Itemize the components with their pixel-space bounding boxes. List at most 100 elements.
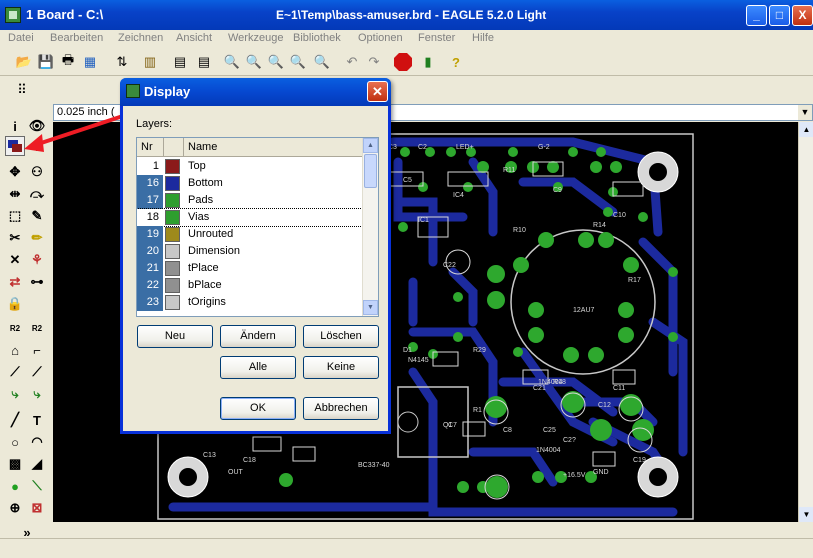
column-name[interactable]: Name (188, 141, 217, 153)
scroll-down-icon[interactable]: ▼ (799, 507, 813, 522)
layer-name: tOrigins (188, 296, 226, 308)
layer-row[interactable]: 1 Top (137, 158, 364, 175)
scroll-down-icon[interactable]: ▼ (363, 300, 378, 315)
text-icon[interactable]: T (27, 410, 47, 430)
menu-bearbeiten[interactable]: Bearbeiten (50, 32, 103, 44)
layer-color-swatch (165, 193, 180, 208)
copy-icon[interactable]: ⚇ (27, 162, 47, 182)
layer-row[interactable]: 21 tPlace (137, 260, 364, 277)
zoom-select-icon[interactable]: 🔍 (312, 52, 332, 72)
layer-row[interactable]: 23 tOrigins (137, 294, 364, 311)
add-icon[interactable]: ⚘ (27, 250, 47, 270)
grid-icon[interactable]: ⠿ (12, 80, 32, 100)
move-icon[interactable]: ✥ (5, 162, 25, 182)
lock-icon[interactable]: ⊶ (27, 272, 47, 292)
scroll-up-icon[interactable]: ▲ (799, 122, 813, 137)
column-nr[interactable]: Nr (141, 141, 153, 153)
layer-row[interactable]: 16 Bottom (137, 175, 364, 192)
menu-zeichnen[interactable]: Zeichnen (118, 32, 163, 44)
new-button[interactable]: Neu (137, 325, 213, 348)
cancel-button[interactable]: Abbrechen (303, 397, 379, 420)
miter-icon[interactable]: ⌐ (27, 340, 47, 360)
layer-row[interactable]: 20 Dimension (137, 243, 364, 260)
polygon-icon[interactable]: ◢ (27, 454, 47, 474)
zoom-in-icon[interactable]: 🔍 (244, 52, 264, 72)
maximize-button[interactable]: □ (769, 5, 790, 26)
canvas-vscroll[interactable]: ▲ ▼ (798, 122, 813, 522)
scroll-up-icon[interactable]: ▲ (363, 138, 378, 153)
layer-number: 19 (137, 226, 163, 243)
group-icon[interactable]: ⬚ (5, 206, 25, 226)
rotate-icon[interactable]: ⤼ (27, 184, 47, 204)
redraw-icon[interactable]: 🔍 (288, 52, 308, 72)
replace-icon[interactable]: ⇄ (5, 272, 25, 292)
tool-palette: i 👁 ⁞ ✥ ⚇ ⇹ ⤼ ⬚ ✎ ✂ ✏ ✕ ⚘ ⇄ ⊶ 🔒 R2 R2 ⌂ … (0, 102, 52, 540)
menu-hilfe[interactable]: Hilfe (472, 32, 494, 44)
rect-icon[interactable]: ▩ (5, 454, 25, 474)
route-icon[interactable]: ⟋ (27, 362, 47, 382)
ok-button[interactable]: OK (220, 397, 296, 420)
scroll-thumb[interactable] (364, 154, 377, 188)
via-icon[interactable]: ● (5, 476, 25, 496)
change-button[interactable]: Ändern (220, 325, 296, 348)
ulp-icon[interactable]: ▤ (194, 52, 214, 72)
dialog-close-button[interactable]: ✕ (367, 81, 388, 102)
help-icon[interactable]: ? (446, 52, 466, 72)
layers-list[interactable]: Nr Name 1 Top 16 Bottom 17 Pads 18 Vias 19 Unrout… (136, 137, 379, 317)
layer-row[interactable]: 19 Unrouted (137, 226, 364, 243)
open-icon[interactable]: 📂 (14, 52, 34, 72)
change-icon[interactable]: ✎ (27, 206, 47, 226)
pcb-label: C19 (633, 457, 646, 464)
menu-datei[interactable]: Datei (8, 32, 34, 44)
menu-bibliothek[interactable]: Bibliothek (293, 32, 341, 44)
layer-color-swatch (165, 278, 180, 293)
name-icon[interactable]: R2 (5, 318, 25, 338)
menu-fenster[interactable]: Fenster (418, 32, 455, 44)
eagle-app-icon[interactable] (5, 7, 21, 23)
value-icon[interactable]: R2 (27, 318, 47, 338)
optimize-icon[interactable]: ⟋ (5, 362, 25, 382)
cam-icon[interactable]: ▦ (80, 52, 100, 72)
none-button[interactable]: Keine (303, 356, 379, 379)
layer-row[interactable]: 17 Pads (137, 192, 364, 209)
layers-list-scrollbar[interactable]: ▲ ▼ (362, 138, 378, 316)
dialog-app-icon (126, 84, 140, 98)
cut-icon[interactable]: ✕ (5, 250, 25, 270)
hole-icon[interactable]: ⊕ (5, 498, 25, 518)
delete-icon[interactable]: ✏ (27, 228, 47, 248)
print-icon[interactable]: 🖶 (58, 52, 78, 72)
close-button[interactable]: X (792, 5, 813, 26)
delete-button[interactable]: Löschen (303, 325, 379, 348)
arc-icon[interactable]: ◠ (27, 432, 47, 452)
attribute-icon[interactable]: ⊠ (27, 498, 47, 518)
zoom-out-icon[interactable]: 🔍 (266, 52, 286, 72)
menu-werkzeuge[interactable]: Werkzeuge (228, 32, 283, 44)
paste-icon[interactable]: ✂ (5, 228, 25, 248)
split-icon[interactable]: ⌂ (5, 340, 25, 360)
minimize-button[interactable]: _ (746, 5, 767, 26)
script-icon[interactable]: ▤ (170, 52, 190, 72)
redo-icon[interactable]: ↷ (364, 52, 384, 72)
dialog-title-bar[interactable]: Display ✕ (120, 78, 391, 106)
zoom-fit-icon[interactable]: 🔍 (222, 52, 242, 72)
save-icon[interactable]: 💾 (36, 52, 56, 72)
undo-icon[interactable]: ↶ (342, 52, 362, 72)
smash-icon[interactable]: 🔒 (5, 294, 25, 314)
menu-ansicht[interactable]: Ansicht (176, 32, 212, 44)
go-icon[interactable]: ▮ (418, 52, 438, 72)
stop-icon[interactable] (393, 52, 413, 72)
ripup-icon[interactable]: ⤷ (5, 384, 25, 404)
layer-row[interactable]: 22 bPlace (137, 277, 364, 294)
chevron-down-icon[interactable]: ▼ (798, 105, 812, 120)
mirror-icon[interactable]: ⇹ (5, 184, 25, 204)
library-icon[interactable]: ▥ (140, 52, 160, 72)
all-button[interactable]: Alle (220, 356, 296, 379)
layer-row[interactable]: 18 Vias (137, 208, 365, 227)
circle-icon[interactable]: ○ (5, 432, 25, 452)
switch-schematic-icon[interactable]: ⇅ (112, 52, 132, 72)
menu-optionen[interactable]: Optionen (358, 32, 403, 44)
line-icon[interactable]: ╱ (5, 410, 25, 430)
layer-name: bPlace (188, 279, 222, 291)
wire-icon[interactable]: ⤷ (27, 384, 47, 404)
signal-icon[interactable]: ⟍ (27, 476, 47, 496)
